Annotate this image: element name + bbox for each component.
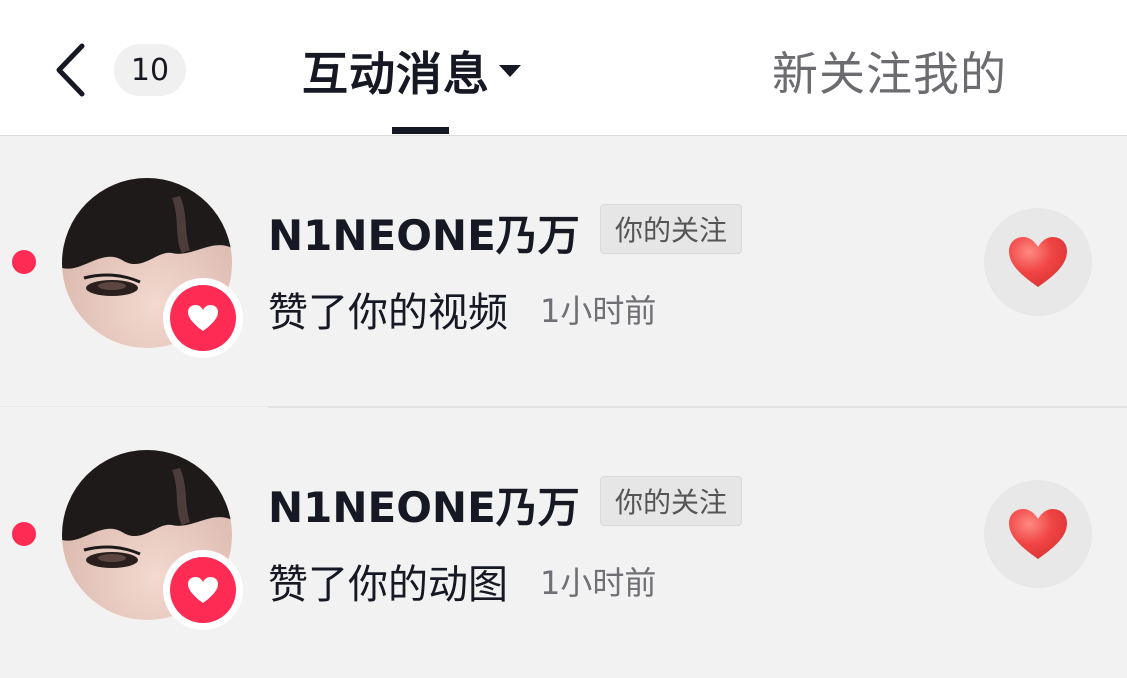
timestamp: 1小时前: [540, 564, 657, 602]
caret-down-icon: [499, 65, 521, 77]
list-item[interactable]: N1NEONE乃万 你的关注 赞了你的视频 1小时前: [0, 136, 1127, 406]
heart-icon: [188, 577, 218, 603]
like-back-button[interactable]: [984, 480, 1092, 588]
unread-dot: [12, 250, 36, 274]
like-type-badge: [163, 550, 243, 630]
heart-icon: [188, 305, 218, 331]
page-title: 互动消息: [302, 47, 490, 101]
back-arrow-icon: [56, 43, 85, 97]
action-text: 赞了你的视频: [268, 290, 508, 336]
action-text: 赞了你的动图: [268, 562, 508, 608]
back-button[interactable]: [48, 40, 92, 100]
username[interactable]: N1NEONE乃万: [268, 474, 580, 535]
heart-icon: [1009, 237, 1067, 287]
unread-count-badge: 10: [114, 44, 186, 96]
following-tag: 你的关注: [600, 476, 742, 526]
username[interactable]: N1NEONE乃万: [268, 202, 580, 263]
like-type-badge: [163, 278, 243, 358]
active-tab-indicator: [392, 127, 449, 134]
tab-interactions[interactable]: 互动消息: [302, 36, 522, 106]
divider: [0, 406, 268, 407]
tab-new-followers[interactable]: 新关注我的: [772, 36, 1007, 106]
like-type-badge-fill: [170, 557, 236, 623]
list-item[interactable]: N1NEONE乃万 你的关注 赞了你的动图 1小时前: [0, 408, 1127, 678]
top-bar: 10 互动消息 新关注我的: [0, 0, 1127, 136]
heart-icon: [1009, 509, 1067, 559]
like-type-badge-fill: [170, 285, 236, 351]
timestamp: 1小时前: [540, 292, 657, 330]
unread-dot: [12, 522, 36, 546]
following-tag: 你的关注: [600, 204, 742, 254]
like-back-button[interactable]: [984, 208, 1092, 316]
